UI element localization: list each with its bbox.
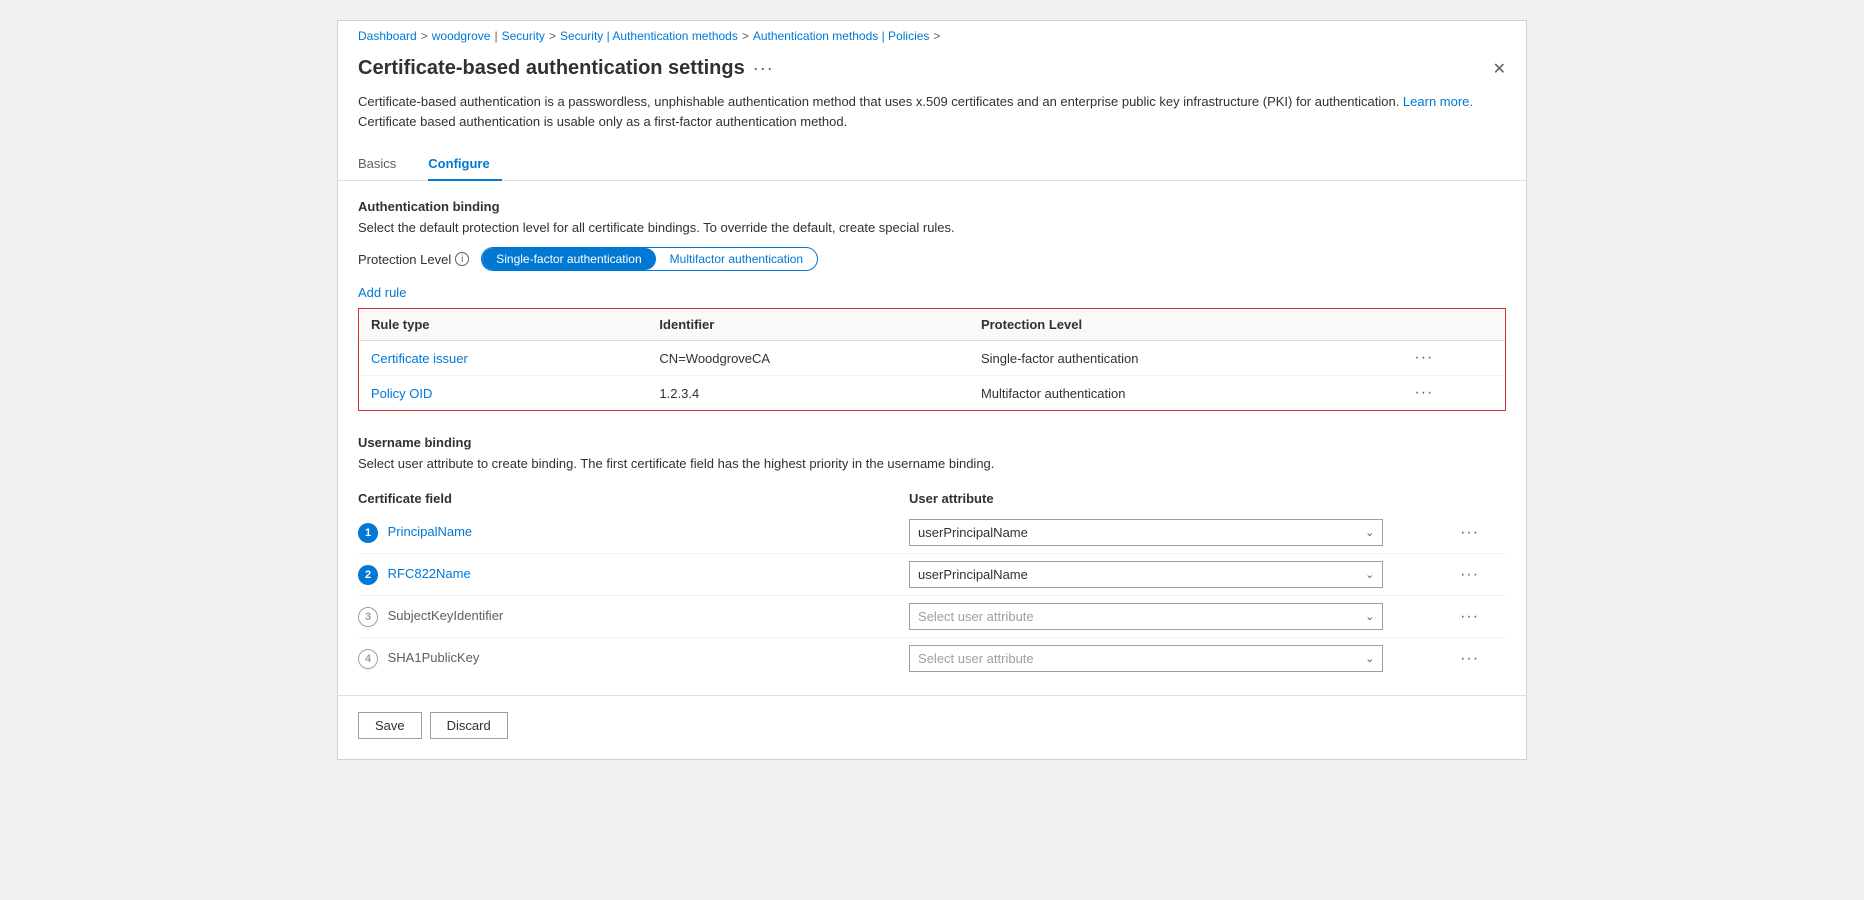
cert-field-link-4: SHA1PublicKey	[388, 650, 480, 665]
protection-level-cell: Multifactor authentication	[969, 376, 1402, 411]
discard-button[interactable]: Discard	[430, 712, 508, 739]
multifactor-toggle[interactable]: Multifactor authentication	[656, 248, 817, 270]
list-item: 2 RFC822Name userPrincipalName⌄ ···	[358, 554, 1506, 596]
user-attr-select-2[interactable]: userPrincipalName⌄	[909, 561, 1383, 588]
username-binding-table: Certificate field User attribute 1 Princ…	[358, 485, 1506, 679]
description-block: Certificate-based authentication is a pa…	[338, 92, 1526, 147]
protection-level-toggle[interactable]: Single-factor authentication Multifactor…	[481, 247, 818, 271]
user-attr-cell: userPrincipalName⌄	[909, 512, 1460, 554]
rules-table-container: Rule type Identifier Protection Level Ce…	[358, 308, 1506, 411]
tab-basics[interactable]: Basics	[358, 148, 408, 181]
save-button[interactable]: Save	[358, 712, 422, 739]
col-rule-type: Rule type	[359, 309, 647, 341]
auth-binding-desc: Select the default protection level for …	[358, 220, 1506, 235]
cert-field-link-2[interactable]: RFC822Name	[388, 566, 471, 581]
table-row: Certificate issuer CN=WoodgroveCA Single…	[359, 341, 1505, 376]
breadcrumb-security[interactable]: Security	[502, 29, 545, 43]
add-rule-link[interactable]: Add rule	[358, 285, 406, 300]
breadcrumb-woodgrove[interactable]: woodgrove	[432, 29, 491, 43]
user-attr-select-1[interactable]: userPrincipalName⌄	[909, 519, 1383, 546]
rule-type-cell: Certificate issuer	[359, 341, 647, 376]
identifier-cell: 1.2.3.4	[647, 376, 969, 411]
cert-field-link-1[interactable]: PrincipalName	[388, 524, 473, 539]
rule-type-link[interactable]: Certificate issuer	[371, 351, 468, 366]
cert-field-link-3: SubjectKeyIdentifier	[388, 608, 504, 623]
protection-level-label: Protection Level i	[358, 252, 469, 267]
description-text: Certificate-based authentication is a pa…	[358, 94, 1403, 109]
protection-level-cell: Single-factor authentication	[969, 341, 1402, 376]
ub-col-user-attr: User attribute	[909, 485, 1460, 512]
col-identifier: Identifier	[647, 309, 969, 341]
user-attr-cell: userPrincipalName⌄	[909, 554, 1460, 596]
ub-row-more-icon-1[interactable]: ···	[1460, 524, 1479, 541]
table-row: Policy OID 1.2.3.4 Multifactor authentic…	[359, 376, 1505, 411]
row-actions-cell: ···	[1402, 376, 1505, 411]
ub-row-actions-cell: ···	[1460, 596, 1506, 638]
username-binding-desc: Select user attribute to create binding.…	[358, 456, 1506, 471]
username-binding-title: Username binding	[358, 435, 1506, 450]
priority-badge-4: 4	[358, 649, 378, 669]
user-attr-cell: Select user attribute⌄	[909, 638, 1460, 680]
description-line2: Certificate based authentication is usab…	[358, 114, 847, 129]
user-attr-select-4[interactable]: Select user attribute⌄	[909, 645, 1383, 672]
row-more-icon[interactable]: ···	[1414, 349, 1433, 366]
ub-row-more-icon-3[interactable]: ···	[1460, 608, 1479, 625]
row-actions-cell: ···	[1402, 341, 1505, 376]
list-item: 4 SHA1PublicKey Select user attribute⌄ ·…	[358, 638, 1506, 680]
footer-buttons: Save Discard	[338, 695, 1526, 739]
ub-row-more-icon-4[interactable]: ···	[1460, 650, 1479, 667]
row-more-icon[interactable]: ···	[1414, 384, 1433, 401]
rule-type-cell: Policy OID	[359, 376, 647, 411]
cert-field-cell: 2 RFC822Name	[358, 554, 909, 596]
breadcrumb-security-auth[interactable]: Security | Authentication methods	[560, 29, 738, 43]
single-factor-toggle[interactable]: Single-factor authentication	[482, 248, 655, 270]
rules-table: Rule type Identifier Protection Level Ce…	[359, 309, 1505, 410]
ub-row-actions-cell: ···	[1460, 512, 1506, 554]
ub-row-actions-cell: ···	[1460, 554, 1506, 596]
breadcrumb-dashboard[interactable]: Dashboard	[358, 29, 417, 43]
auth-binding-title: Authentication binding	[358, 199, 1506, 214]
col-protection-level: Protection Level	[969, 309, 1402, 341]
cert-field-cell: 4 SHA1PublicKey	[358, 638, 909, 680]
page-title: Certificate-based authentication setting…	[358, 57, 745, 80]
priority-badge-2: 2	[358, 565, 378, 585]
ub-row-more-icon-2[interactable]: ···	[1460, 566, 1479, 583]
cert-field-cell: 3 SubjectKeyIdentifier	[358, 596, 909, 638]
user-attr-select-3[interactable]: Select user attribute⌄	[909, 603, 1383, 630]
username-binding-section: Username binding Select user attribute t…	[358, 435, 1506, 679]
cert-field-cell: 1 PrincipalName	[358, 512, 909, 554]
authentication-binding-section: Authentication binding Select the defaul…	[338, 199, 1526, 679]
priority-badge-1: 1	[358, 523, 378, 543]
panel-header: Certificate-based authentication setting…	[338, 49, 1526, 92]
user-attr-cell: Select user attribute⌄	[909, 596, 1460, 638]
ub-row-actions-cell: ···	[1460, 638, 1506, 680]
priority-badge-3: 3	[358, 607, 378, 627]
list-item: 3 SubjectKeyIdentifier Select user attri…	[358, 596, 1506, 638]
breadcrumb-auth-policies[interactable]: Authentication methods | Policies	[753, 29, 930, 43]
tab-configure[interactable]: Configure	[428, 148, 501, 181]
breadcrumb: Dashboard > woodgrove | Security > Secur…	[338, 21, 1526, 49]
col-actions	[1402, 309, 1505, 341]
ub-col-cert-field: Certificate field	[358, 485, 909, 512]
learn-more-link[interactable]: Learn more.	[1403, 94, 1473, 109]
identifier-cell: CN=WoodgroveCA	[647, 341, 969, 376]
list-item: 1 PrincipalName userPrincipalName⌄ ···	[358, 512, 1506, 554]
rule-type-link[interactable]: Policy OID	[371, 386, 432, 401]
more-options-icon[interactable]: ···	[753, 58, 774, 79]
protection-level-row: Protection Level i Single-factor authent…	[358, 247, 1506, 271]
close-button[interactable]: ✕	[1493, 59, 1506, 79]
tabs-row: Basics Configure	[338, 147, 1526, 181]
protection-level-info-icon[interactable]: i	[455, 252, 469, 266]
